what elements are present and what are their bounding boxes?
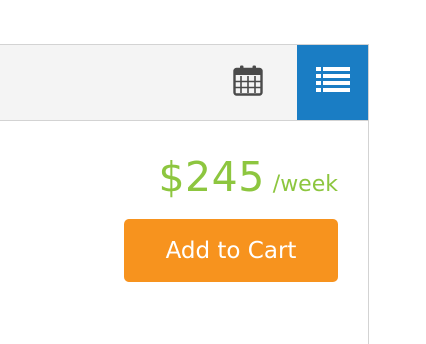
list-view-icon (315, 67, 350, 98)
calendar-view-button[interactable] (222, 45, 274, 120)
view-toolbar (0, 45, 368, 121)
price-unit: /week (272, 172, 338, 197)
product-card: $245 /week Add to Cart (0, 44, 369, 344)
add-to-cart-button[interactable]: Add to Cart (124, 219, 338, 282)
price-amount: $245 (158, 153, 265, 201)
list-view-button[interactable] (297, 45, 368, 120)
calendar-icon (233, 64, 263, 101)
price-display: $245 /week (158, 157, 338, 198)
page: $245 /week Add to Cart (0, 0, 426, 344)
